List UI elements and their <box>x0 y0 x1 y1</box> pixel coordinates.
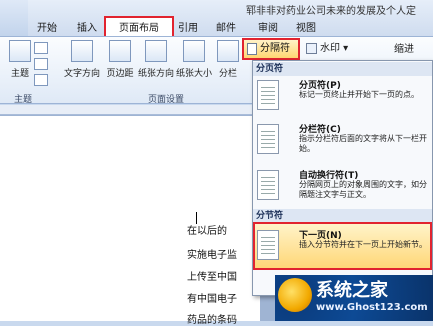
watermark-button[interactable]: 水印 ▾ <box>304 40 362 58</box>
group-label-page-setup: 页面设置 <box>148 95 185 105</box>
breaks-button[interactable]: 分隔符 ▾ <box>242 38 300 72</box>
office-button[interactable] <box>0 0 28 36</box>
menu-item-desc: 标记一页终止并开始下一页的点。 <box>299 90 419 99</box>
tab-review[interactable]: 审阅 <box>254 21 282 36</box>
logo-badge-icon <box>278 278 312 312</box>
columns-icon <box>217 40 239 62</box>
tab-insert[interactable]: 插入 <box>72 21 102 36</box>
themes-button[interactable]: 主题 <box>2 40 38 86</box>
watermark-icon <box>306 43 317 54</box>
doc-line: 实施电子监 <box>187 250 237 261</box>
tab-home[interactable]: 开始 <box>32 21 62 36</box>
section-header-section-breaks: 分节符 <box>253 209 432 223</box>
tab-references[interactable]: 引用 <box>174 21 202 36</box>
orientation-icon <box>145 40 167 62</box>
section-header-page-breaks: 分页符 <box>253 62 432 76</box>
tab-mailings[interactable]: 邮件 <box>212 21 240 36</box>
paper-size-icon <box>183 40 205 62</box>
orientation-button[interactable]: 纸张方向 <box>138 40 174 86</box>
window-title: 郓非非对药业公司未来的发展及个人定 <box>246 6 416 17</box>
menu-item-desc: 指示分栏符后面的文字将从下一栏开始。 <box>299 134 427 153</box>
menu-item-desc: 分隔网页上的对象周围的文字，如分隔题注文字与正文。 <box>299 180 427 199</box>
text-wrapping-break-icon <box>257 170 279 200</box>
doc-line: 有中国电子 <box>187 294 237 305</box>
margins-button[interactable]: 页边距 <box>102 40 138 86</box>
column-break-icon <box>257 124 279 154</box>
indent-label: 缩进 <box>394 44 414 55</box>
doc-line: 上传至中国 <box>187 272 237 283</box>
text-direction-icon <box>71 40 93 62</box>
doc-line: 药品的条码 <box>187 315 237 326</box>
breaks-icon <box>247 43 257 55</box>
page-break-icon <box>257 80 279 110</box>
theme-fonts-icon[interactable] <box>34 58 48 70</box>
margins-icon <box>109 40 131 62</box>
theme-effects-icon[interactable] <box>34 74 48 86</box>
doc-line: 在以后的 <box>187 226 227 237</box>
logo-url: www.Ghost123.com <box>316 302 428 313</box>
menu-item-desc: 插入分节符并在下一页上开始新节。 <box>299 240 427 249</box>
tab-view[interactable]: 视图 <box>292 21 320 36</box>
columns-button[interactable]: 分栏 <box>214 40 242 86</box>
logo-title: 系统之家 <box>316 280 388 301</box>
theme-colors-icon[interactable] <box>34 42 48 54</box>
next-page-break-icon <box>257 230 279 260</box>
themes-icon <box>9 40 31 62</box>
tab-page-layout[interactable]: 页面布局 <box>104 16 174 38</box>
text-direction-button[interactable]: 文字方向 <box>62 40 102 86</box>
group-label-themes: 主题 <box>14 95 33 105</box>
size-button[interactable]: 纸张大小 <box>176 40 212 86</box>
